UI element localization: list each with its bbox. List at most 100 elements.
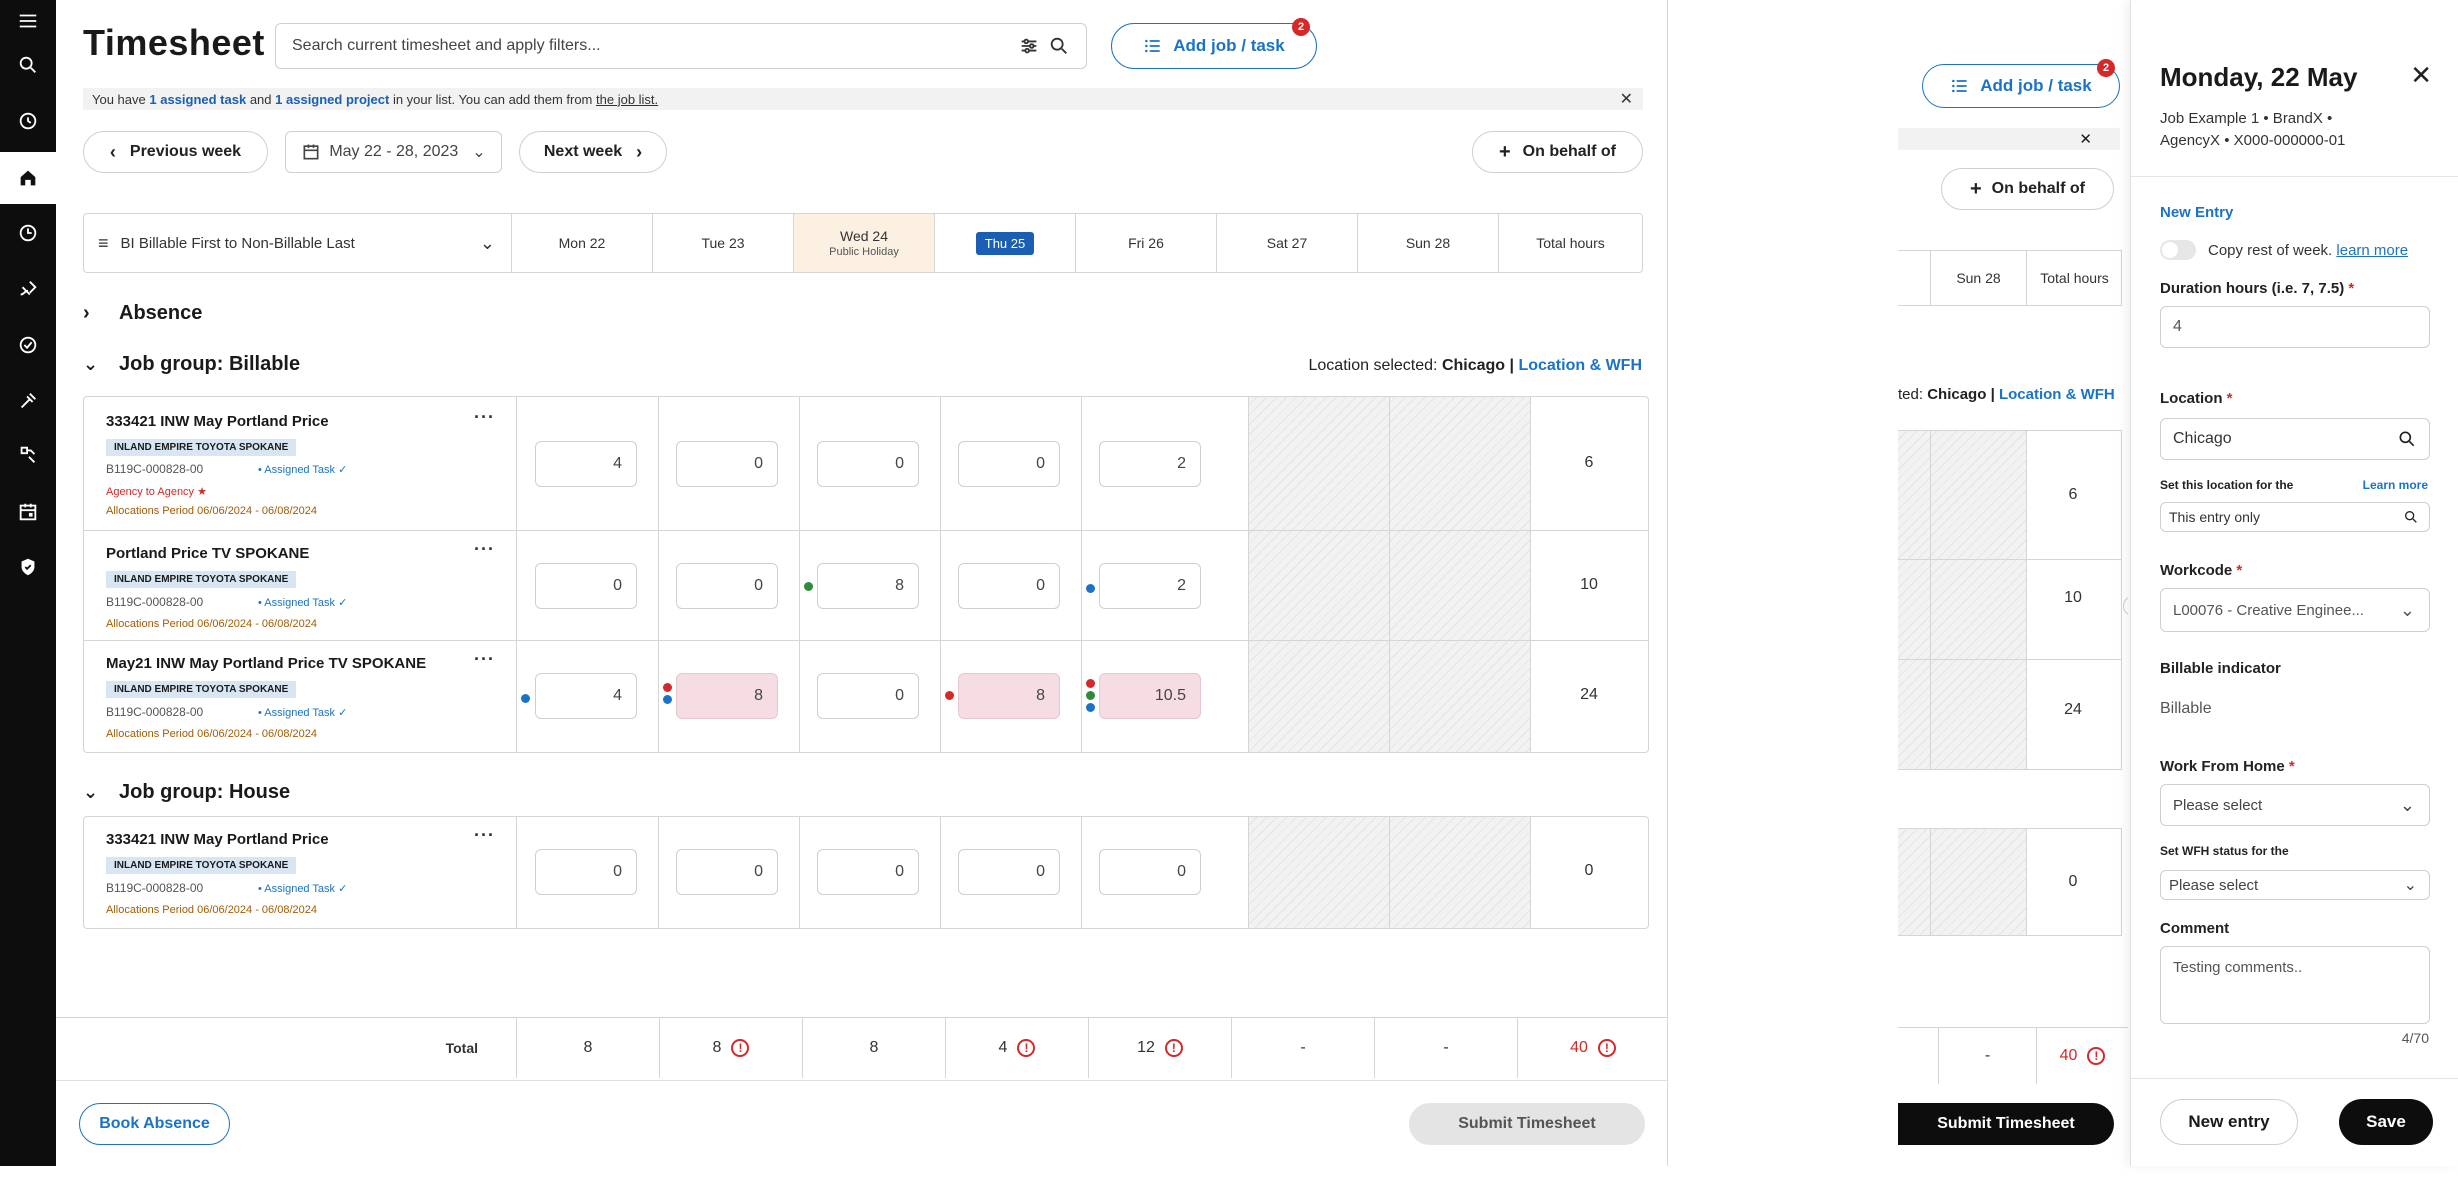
close-icon[interactable]: ✕ xyxy=(2410,60,2432,91)
totals-bar: Total 8 8! 8 4! 12! - - 40! xyxy=(56,1017,1667,1079)
status-dot xyxy=(1086,691,1095,700)
close-icon[interactable]: ✕ xyxy=(1620,89,1633,109)
new-entry-tab[interactable]: New Entry xyxy=(2160,204,2233,221)
hours-input-thu[interactable]: 0 xyxy=(958,441,1060,487)
plus-icon: + xyxy=(1498,140,1511,163)
warning-icon[interactable]: ! xyxy=(1164,1039,1183,1057)
hours-input-thu[interactable]: 8 xyxy=(958,673,1060,719)
search-icon[interactable] xyxy=(2403,509,2419,525)
learn-more-link[interactable]: learn more xyxy=(2336,242,2408,259)
row-total: 24 xyxy=(1580,686,1598,703)
day-label: Sat 27 xyxy=(1266,235,1308,251)
previous-week-button[interactable]: ‹ Previous week xyxy=(83,131,268,173)
hours-input-tue[interactable]: 0 xyxy=(676,441,778,487)
new-entry-button[interactable]: New entry xyxy=(2160,1099,2298,1145)
more-options-icon[interactable]: ··· xyxy=(474,407,495,428)
location-label-text: Location xyxy=(2160,390,2223,407)
more-options-icon[interactable]: ··· xyxy=(474,649,495,670)
submit-timesheet-button[interactable]: Submit Timesheet xyxy=(1409,1103,1645,1145)
hours-input-fri[interactable]: 2 xyxy=(1099,441,1201,487)
search-input[interactable]: Search current timesheet and apply filte… xyxy=(275,23,1087,69)
close-icon[interactable]: ✕ xyxy=(2079,130,2092,148)
add-job-task-button[interactable]: Add job / task 2 xyxy=(1922,59,2120,108)
hours-input-fri[interactable]: 10.5 xyxy=(1099,673,1201,719)
hours-input-tue[interactable]: 0 xyxy=(676,849,778,895)
location-scope-input[interactable]: This entry only xyxy=(2160,502,2430,532)
workcode-value: L00076 - Creative Enginee... xyxy=(2173,601,2364,619)
warning-icon[interactable]: ! xyxy=(2087,1047,2106,1065)
check-circle-icon[interactable] xyxy=(13,330,43,360)
job-code: B119C-000828-00 xyxy=(106,462,204,476)
hours-input-wed[interactable]: 0 xyxy=(817,441,919,487)
clock-icon[interactable] xyxy=(13,218,43,248)
sort-label: BI Billable First to Non-Billable Last xyxy=(120,234,355,252)
palette-icon[interactable] xyxy=(13,274,43,304)
add-job-task-button[interactable]: Add job / task 2 xyxy=(1111,18,1317,69)
hours-input-wed[interactable]: 0 xyxy=(817,673,919,719)
workcode-label: Workcode * xyxy=(2160,562,2242,579)
timesheet-main: Timesheet Search current timesheet and a… xyxy=(56,0,1668,1166)
history-icon[interactable] xyxy=(13,106,43,136)
assigned-project-link[interactable]: 1 assigned project xyxy=(275,92,389,107)
date-range-picker[interactable]: May 22 - 28, 2023 ⌄ xyxy=(285,131,502,173)
search-icon[interactable] xyxy=(13,50,43,80)
save-button[interactable]: Save xyxy=(2339,1099,2433,1145)
column-header-row: Sun 28 Total hours xyxy=(1898,250,2122,306)
group-house-toggle[interactable]: ⌄ Job group: House xyxy=(83,781,290,804)
hours-input-thu[interactable]: 0 xyxy=(958,849,1060,895)
location-wfh-link[interactable]: Location & WFH xyxy=(1999,386,2115,403)
group-billable-toggle[interactable]: ⌄ Job group: Billable xyxy=(83,353,300,376)
sort-dropdown[interactable]: ≡ BI Billable First to Non-Billable Last… xyxy=(84,214,511,272)
location-wfh-link[interactable]: Location & WFH xyxy=(1518,357,1642,374)
duration-input[interactable]: 4 xyxy=(2160,306,2430,348)
total-value: 8 xyxy=(583,1039,593,1056)
filter-icon[interactable] xyxy=(1018,35,1040,57)
assigned-task-link[interactable]: 1 assigned task xyxy=(149,92,246,107)
search-icon[interactable] xyxy=(1048,35,1070,57)
chevron-right-icon: › xyxy=(83,302,90,324)
tools-icon[interactable] xyxy=(13,386,43,416)
calendar-icon[interactable] xyxy=(13,497,43,527)
shield-icon[interactable] xyxy=(13,552,43,582)
next-week-button[interactable]: Next week › xyxy=(519,131,667,173)
hours-input-mon[interactable]: 0 xyxy=(535,563,637,609)
hours-input-thu[interactable]: 0 xyxy=(958,563,1060,609)
flow-icon[interactable] xyxy=(13,440,43,470)
search-icon[interactable] xyxy=(2397,429,2417,449)
hours-input-mon[interactable]: 0 xyxy=(535,849,637,895)
row-total: 0 xyxy=(1584,862,1594,879)
warning-icon[interactable]: ! xyxy=(1597,1039,1616,1057)
warning-icon[interactable]: ! xyxy=(731,1039,750,1057)
hours-input-fri[interactable]: 0 xyxy=(1099,849,1201,895)
assigned-task-tag: • Assigned Task ✓ xyxy=(258,883,348,895)
wfh-label-text: Work From Home xyxy=(2160,758,2285,775)
wfh-status-select[interactable]: Please select ⌄ xyxy=(2160,870,2430,900)
notification-badge: 2 xyxy=(1292,18,1310,36)
location-input[interactable]: Chicago xyxy=(2160,418,2430,460)
workcode-select[interactable]: L00076 - Creative Enginee... ⌄ xyxy=(2160,588,2430,632)
hours-input-tue[interactable]: 0 xyxy=(676,563,778,609)
on-behalf-of-button[interactable]: + On behalf of xyxy=(1941,168,2114,210)
collapse-drawer-icon[interactable]: ‹ xyxy=(2123,596,2128,616)
job-list-link[interactable]: the job list. xyxy=(596,92,658,107)
hours-input-mon[interactable]: 4 xyxy=(535,441,637,487)
more-options-icon[interactable]: ··· xyxy=(474,539,495,560)
warning-icon[interactable]: ! xyxy=(1017,1039,1036,1057)
more-options-icon[interactable]: ··· xyxy=(474,825,495,846)
learn-more-link[interactable]: Learn more xyxy=(2363,478,2428,492)
copy-week-toggle[interactable] xyxy=(2160,240,2196,260)
hours-input-tue[interactable]: 8 xyxy=(676,673,778,719)
menu-icon[interactable] xyxy=(13,6,43,36)
hours-input-mon[interactable]: 4 xyxy=(535,673,637,719)
on-behalf-of-button[interactable]: + On behalf of xyxy=(1472,131,1643,173)
hours-input-wed[interactable]: 8 xyxy=(817,563,919,609)
assigned-task-tag: • Assigned Task ✓ xyxy=(258,464,348,476)
comment-textarea[interactable]: Testing comments.. xyxy=(2160,946,2430,1024)
hours-input-wed[interactable]: 0 xyxy=(817,849,919,895)
submit-timesheet-button[interactable]: Submit Timesheet xyxy=(1898,1103,2114,1145)
hours-input-fri[interactable]: 2 xyxy=(1099,563,1201,609)
book-absence-button[interactable]: Book Absence xyxy=(79,1103,230,1145)
absence-toggle[interactable]: › Absence xyxy=(83,302,202,325)
home-icon[interactable] xyxy=(0,152,56,204)
wfh-select[interactable]: Please select ⌄ xyxy=(2160,784,2430,826)
